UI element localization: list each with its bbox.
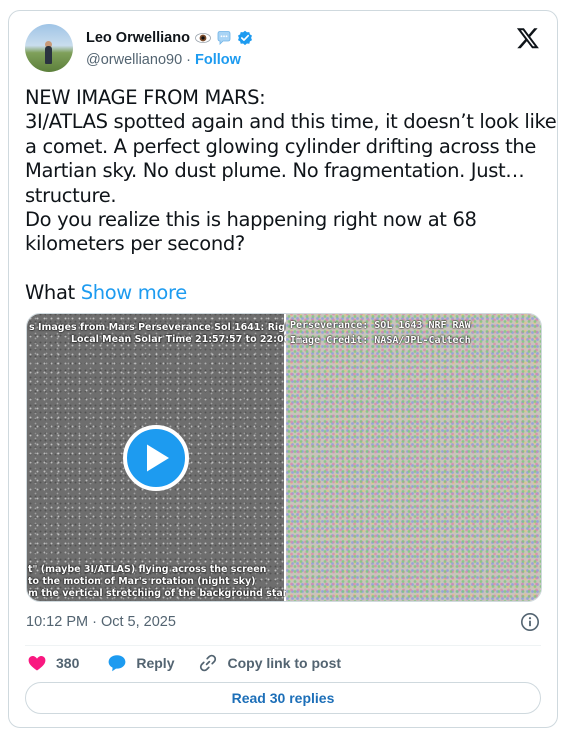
x-logo-icon[interactable] [516, 26, 540, 50]
media-grid: s Images from Mars Perseverance Sol 1641… [26, 313, 542, 602]
divider [25, 645, 541, 646]
mars-raw-image[interactable]: Perseverance: SOL 1643 NRF RAW Image Cre… [286, 314, 541, 601]
tweet-line: structure. [25, 183, 117, 207]
reply-bubble-icon [108, 655, 126, 672]
verified-badge-icon [237, 30, 252, 46]
image-caption-1: Perseverance: SOL 1643 NRF RAW [290, 320, 471, 331]
tweet-truncated-line: What Show more [25, 281, 540, 305]
reply-button[interactable]: Reply [107, 653, 174, 673]
avatar[interactable] [25, 24, 73, 72]
tweet-line: 3I/ATLAS spotted again and this time, it… [25, 110, 557, 134]
author-handle-row: @orwelliano90 · Follow [86, 52, 241, 68]
like-count: 380 [56, 655, 80, 671]
reply-label: Reply [136, 655, 175, 671]
tweet-timestamp[interactable]: 10:12 PM · Oct 5, 2025 [26, 614, 176, 630]
play-icon [147, 444, 169, 472]
tweet-line: Do you realize this is happening right n… [25, 208, 477, 232]
tweet-text: NEW IMAGE FROM MARS: 3I/ATLAS spotted ag… [25, 86, 557, 306]
copy-link-button[interactable]: Copy link to post [198, 653, 341, 673]
video-caption-top-1: s Images from Mars Perseverance Sol 1641… [29, 322, 326, 333]
copy-link-label: Copy link to post [227, 655, 342, 671]
tweet-line: a comet. A perfect glowing cylinder drif… [25, 134, 537, 158]
video-caption-bottom-3: m the vertical stretching of the backgro… [28, 588, 294, 599]
info-icon[interactable] [520, 612, 540, 632]
read-replies-button[interactable]: Read 30 replies [25, 682, 541, 714]
video-thumbnail[interactable]: s Images from Mars Perseverance Sol 1641… [27, 314, 326, 601]
handle-separator: · [182, 52, 196, 68]
author-display-name[interactable]: Leo Orwelliano [86, 30, 190, 46]
author-name-row: Leo Orwelliano [86, 30, 253, 46]
action-bar: 380 Reply Copy link to post [27, 652, 341, 674]
tweet-line: NEW IMAGE FROM MARS: [25, 86, 266, 109]
video-caption-top-2: Local Mean Solar Time 21:57:57 to 22:06:… [71, 334, 308, 345]
tweet-card: Leo Orwelliano @orwelliano90 · Follow NE… [8, 10, 558, 728]
follow-button[interactable]: Follow [195, 52, 241, 68]
heart-icon [28, 656, 46, 671]
video-caption-bottom-2: to the motion of Mar's rotation (night s… [28, 576, 256, 587]
tweet-line: kilometers per second? [25, 232, 245, 256]
image-caption-2: Image Credit: NASA/JPL-Caltech [290, 335, 471, 346]
link-icon [200, 654, 217, 672]
video-caption-bottom-1: t" (maybe 3I/ATLAS) flying across the sc… [28, 564, 267, 575]
author-handle[interactable]: @orwelliano90 [86, 52, 182, 68]
eye-emoji-icon [195, 33, 211, 43]
avatar-person-body [45, 46, 52, 64]
show-more-link[interactable]: Show more [81, 281, 188, 304]
play-button[interactable] [123, 425, 189, 491]
speech-balloon-icon [217, 31, 231, 45]
like-button[interactable]: 380 [27, 653, 79, 673]
tweet-line: Martian sky. No dust plume. No fragmenta… [25, 159, 525, 183]
truncated-word: What [25, 281, 81, 305]
